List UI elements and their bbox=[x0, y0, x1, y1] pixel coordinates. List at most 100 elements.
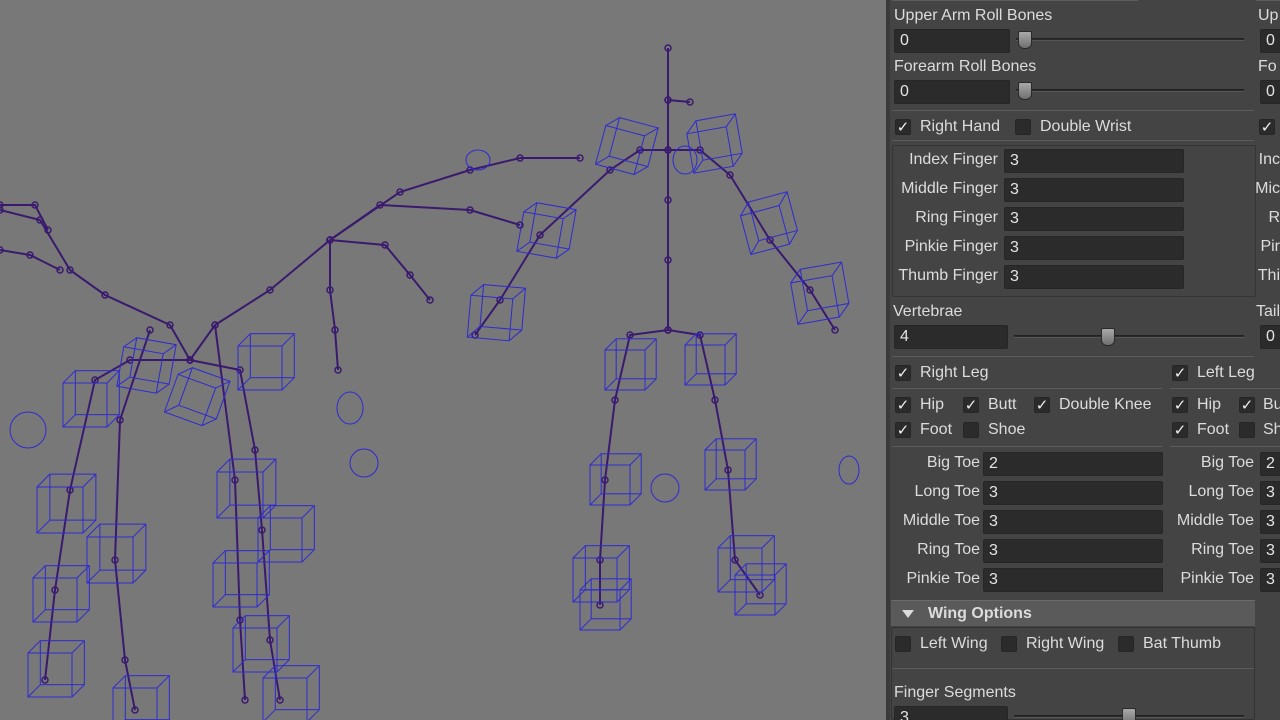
separator bbox=[892, 0, 1138, 1]
vertebrae-slider-handle[interactable] bbox=[1100, 328, 1115, 346]
separator bbox=[1256, 0, 1280, 1]
double-knee-checkbox[interactable]: ✓ bbox=[1034, 397, 1050, 413]
control-circle[interactable] bbox=[349, 448, 379, 478]
checkmark-icon: ✓ bbox=[896, 421, 910, 439]
skeleton-rig-wireframe[interactable] bbox=[0, 0, 886, 720]
left-leg-checkbox[interactable]: ✓ bbox=[1172, 365, 1188, 381]
double-wrist-checkbox[interactable] bbox=[1015, 119, 1031, 135]
control-cube[interactable] bbox=[589, 453, 642, 506]
upper-arm-roll-slider-handle[interactable] bbox=[1018, 31, 1032, 49]
finger-count-field[interactable]: 3 bbox=[1004, 207, 1184, 231]
finger-label: Thumb Finger bbox=[898, 267, 998, 284]
separator bbox=[892, 140, 1254, 141]
left-butt-checkbox[interactable]: ✓ bbox=[1239, 397, 1255, 413]
cut-field[interactable]: 0 bbox=[1260, 80, 1280, 104]
right-wing-checkbox[interactable] bbox=[1001, 636, 1017, 652]
cut-finger-label: Inc bbox=[1258, 151, 1280, 168]
right-foot-checkbox[interactable]: ✓ bbox=[895, 422, 911, 438]
finger-count-field[interactable]: 3 bbox=[1004, 149, 1184, 173]
cut-checkbox[interactable]: ✓ bbox=[1259, 119, 1275, 135]
finger-segments-label: Finger Segments bbox=[894, 684, 1016, 701]
double-wrist-label: Double Wrist bbox=[1040, 118, 1132, 135]
right-leg-checkbox[interactable]: ✓ bbox=[895, 365, 911, 381]
right-toe-count-field[interactable]: 3 bbox=[983, 568, 1163, 592]
right-hand-label: Right Hand bbox=[920, 118, 1001, 135]
control-circle[interactable] bbox=[650, 473, 680, 503]
forearm-roll-field[interactable]: 0 bbox=[894, 80, 1010, 104]
bone-chain[interactable] bbox=[0, 204, 49, 231]
control-cube[interactable] bbox=[212, 550, 270, 608]
control-cube[interactable] bbox=[685, 113, 744, 174]
left-hip-checkbox[interactable]: ✓ bbox=[1172, 397, 1188, 413]
double-knee-label: Double Knee bbox=[1059, 396, 1152, 413]
control-cube[interactable] bbox=[36, 473, 97, 534]
control-circle[interactable] bbox=[336, 391, 364, 425]
bone-chain[interactable] bbox=[599, 329, 669, 605]
bone-chain[interactable] bbox=[0, 249, 61, 271]
left-shoe-checkbox[interactable] bbox=[1239, 422, 1255, 438]
finger-segments-field[interactable]: 3 bbox=[894, 706, 1008, 720]
bone-chain[interactable] bbox=[329, 240, 339, 371]
left-toe-count-field[interactable]: 3 bbox=[1260, 568, 1280, 592]
separator bbox=[892, 110, 1254, 111]
left-toe-count-field[interactable]: 3 bbox=[1260, 481, 1280, 505]
right-toe-count-field[interactable]: 3 bbox=[983, 481, 1163, 505]
triangle-down-icon[interactable] bbox=[902, 610, 914, 618]
control-cube[interactable] bbox=[594, 115, 659, 178]
tail-cut-field[interactable]: 0 bbox=[1260, 325, 1280, 349]
forearm-roll-slider-handle[interactable] bbox=[1018, 82, 1032, 100]
control-cube[interactable] bbox=[579, 578, 632, 631]
finger-count-field[interactable]: 3 bbox=[1004, 265, 1184, 289]
vertebrae-field[interactable]: 4 bbox=[894, 325, 1008, 349]
control-circle[interactable] bbox=[9, 411, 47, 449]
right-toe-count-field[interactable]: 3 bbox=[983, 510, 1163, 534]
control-cube[interactable] bbox=[237, 333, 295, 391]
bone-chain[interactable] bbox=[329, 239, 431, 301]
checkmark-icon: ✓ bbox=[1173, 421, 1187, 439]
left-toe-count-field[interactable]: 3 bbox=[1260, 510, 1280, 534]
bone-chain[interactable] bbox=[668, 149, 836, 331]
vertebrae-label: Vertebrae bbox=[893, 303, 963, 320]
vertebrae-slider-track[interactable] bbox=[1014, 335, 1244, 338]
right-hip-checkbox[interactable]: ✓ bbox=[895, 397, 911, 413]
control-cube[interactable] bbox=[604, 338, 657, 391]
control-circle[interactable] bbox=[465, 149, 491, 171]
rig-options-panel: Upper Arm Roll Bones 0 Up 0 Forearm Roll… bbox=[886, 0, 1280, 720]
control-cube[interactable] bbox=[116, 336, 177, 395]
wing-options-header[interactable]: Wing Options bbox=[891, 600, 1255, 626]
upper-arm-roll-field[interactable]: 0 bbox=[894, 29, 1010, 53]
finger-segments-slider-handle[interactable] bbox=[1122, 708, 1136, 720]
control-cube[interactable] bbox=[163, 364, 231, 430]
right-toe-count-field[interactable]: 3 bbox=[983, 539, 1163, 563]
control-cube[interactable] bbox=[262, 665, 320, 720]
bone-chain[interactable] bbox=[189, 359, 281, 701]
forearm-roll-slider-track[interactable] bbox=[1016, 89, 1244, 92]
control-circle[interactable] bbox=[838, 455, 860, 485]
right-butt-checkbox[interactable]: ✓ bbox=[963, 397, 979, 413]
bone-chain[interactable] bbox=[329, 203, 521, 241]
cut-field[interactable]: 0 bbox=[1260, 29, 1280, 53]
bone-chain[interactable] bbox=[667, 329, 761, 596]
left-wing-checkbox[interactable] bbox=[895, 636, 911, 652]
finger-count-field[interactable]: 3 bbox=[1004, 236, 1184, 260]
control-cube[interactable] bbox=[112, 675, 170, 720]
finger-count-field[interactable]: 3 bbox=[1004, 178, 1184, 202]
left-toe-count-field[interactable]: 2 bbox=[1260, 452, 1280, 476]
right-shoe-checkbox[interactable] bbox=[963, 422, 979, 438]
right-toe-count-field[interactable]: 2 bbox=[983, 452, 1163, 476]
bat-thumb-checkbox[interactable] bbox=[1118, 636, 1134, 652]
upper-arm-roll-slider-track[interactable] bbox=[1016, 38, 1244, 41]
bone-chain[interactable] bbox=[474, 149, 668, 336]
3d-viewport[interactable] bbox=[0, 0, 886, 720]
separator bbox=[1170, 388, 1280, 389]
left-foot-checkbox[interactable]: ✓ bbox=[1172, 422, 1188, 438]
control-cube[interactable] bbox=[704, 438, 757, 491]
right-hand-checkbox[interactable]: ✓ bbox=[895, 119, 911, 135]
control-cube[interactable] bbox=[789, 261, 851, 325]
left-toe-count-field[interactable]: 3 bbox=[1260, 539, 1280, 563]
control-cube[interactable] bbox=[32, 565, 90, 623]
separator bbox=[892, 668, 1254, 669]
control-cube[interactable] bbox=[27, 640, 85, 698]
panel-splitter[interactable] bbox=[886, 0, 890, 720]
bone-chain[interactable] bbox=[0, 209, 191, 361]
